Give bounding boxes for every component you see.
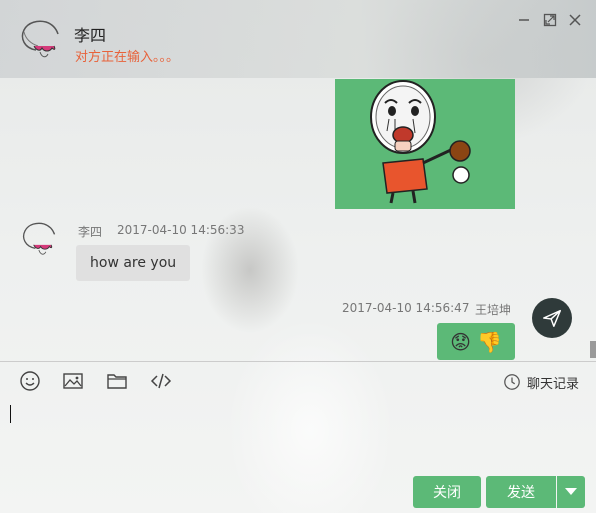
code-button[interactable] xyxy=(148,368,174,394)
paper-plane-icon xyxy=(543,309,561,327)
contact-avatar[interactable] xyxy=(16,14,62,60)
meme-sticker-icon xyxy=(370,80,471,204)
scrollbar-thumb[interactable] xyxy=(590,341,596,358)
sent-emoji-bubble[interactable]: 😟 👎 xyxy=(437,323,515,360)
chat-history-button[interactable]: 聊天记录 xyxy=(503,372,579,392)
folder-button[interactable] xyxy=(104,368,130,394)
send-button[interactable]: 发送 xyxy=(486,476,556,508)
close-button[interactable]: 关闭 xyxy=(413,476,481,508)
received-message-bubble[interactable]: how are you xyxy=(76,245,191,281)
typing-status: 对方正在输入。。。 xyxy=(75,50,180,65)
minimize-icon xyxy=(519,19,529,21)
contact-name: 李四 xyxy=(74,26,107,45)
emoji-button[interactable] xyxy=(17,368,43,394)
image-icon xyxy=(63,373,83,389)
chat-history-label: 聊天记录 xyxy=(527,376,580,392)
clock-icon xyxy=(504,374,520,390)
worried-face-icon: 😟 xyxy=(450,329,471,354)
image-button[interactable] xyxy=(60,368,86,394)
received-message-sender: 李四 xyxy=(78,225,103,239)
close-window-button[interactable] xyxy=(566,11,584,29)
received-message-timestamp: 2017-04-10 14:56:33 xyxy=(117,223,245,237)
folder-icon xyxy=(107,374,127,389)
close-icon xyxy=(569,14,581,26)
sketch-avatar-icon xyxy=(21,20,59,58)
maximize-icon xyxy=(543,13,557,27)
chevron-down-icon xyxy=(565,488,577,495)
paper-plane-button[interactable] xyxy=(532,298,572,338)
maximize-button[interactable] xyxy=(541,11,559,29)
message-input[interactable] xyxy=(0,396,596,472)
smiley-icon xyxy=(20,371,40,391)
minimize-button[interactable] xyxy=(515,11,533,29)
thumbs-down-icon: 👎 xyxy=(476,329,502,354)
send-options-button[interactable] xyxy=(557,476,585,508)
received-avatar[interactable] xyxy=(18,217,58,257)
sent-message-timestamp: 2017-04-10 14:56:47 xyxy=(342,301,470,315)
code-icon xyxy=(150,373,172,389)
sent-message-sender: 王培坤 xyxy=(475,303,512,317)
composer-divider xyxy=(0,361,596,362)
sticker-message[interactable] xyxy=(335,79,515,209)
sketch-avatar-icon xyxy=(23,222,56,255)
